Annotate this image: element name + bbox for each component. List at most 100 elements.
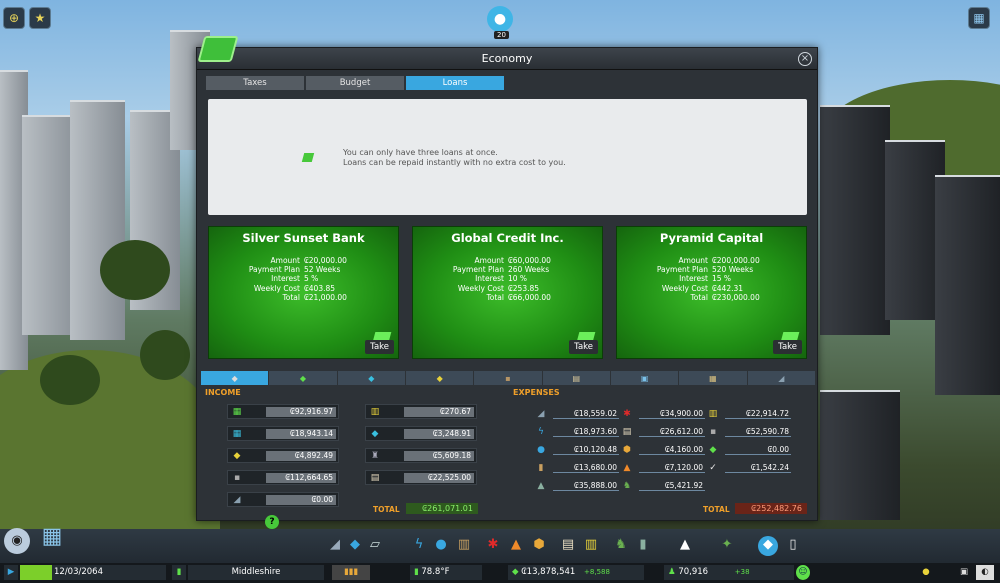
expenses-label: EXPENSES — [513, 388, 560, 397]
money-icon — [301, 153, 315, 162]
education-icon: ▤ — [622, 427, 632, 437]
landscaping-tool-icon[interactable]: ✦ — [718, 536, 736, 554]
city-name[interactable]: Middleshire — [188, 565, 324, 580]
economy-tool-icon[interactable]: ◆ — [758, 536, 778, 556]
residential-icon: ▦ — [232, 407, 242, 417]
income-value: ₢4,892.49 — [266, 451, 336, 461]
industry-category-icon[interactable]: ◆ — [405, 371, 474, 385]
expense-item: ◆ ₢0.00 — [707, 444, 791, 456]
tourism-icon: ◆ — [371, 429, 379, 439]
police-tool-icon[interactable]: ⬢ — [530, 536, 548, 554]
garbage-icon: ▮ — [538, 463, 544, 473]
policies-tool-icon[interactable]: ▯ — [784, 536, 802, 554]
amount-value: ₢60,000.00 — [508, 256, 551, 265]
expense-item: ▲ ₢35,888.00 — [535, 480, 619, 492]
weekly-cost-label: Weekly Cost — [661, 283, 708, 293]
money-text: ₢13,878,541 — [521, 567, 576, 577]
healthcare-tool-icon[interactable]: ✱ — [484, 536, 502, 554]
garbage-category-icon[interactable]: ▦ — [679, 371, 747, 385]
income-label: INCOME — [205, 388, 241, 397]
fire-tool-icon[interactable]: ▲ — [507, 536, 525, 554]
road-category-icon[interactable]: ◢ — [747, 371, 815, 385]
bank-card-pyramid-capital: Pyramid Capital Amount ₢200,000.00 Paymen… — [616, 226, 807, 359]
expense-value: ₢34,900.00 — [639, 409, 705, 419]
play-button[interactable]: ▶ — [4, 565, 18, 580]
roads-tool-icon[interactable]: ▱ — [366, 536, 384, 554]
water-tool-icon[interactable]: ● — [432, 536, 450, 554]
residential-category-icon[interactable]: ◆ — [201, 371, 269, 385]
districts-icon[interactable]: ◆ — [346, 536, 364, 554]
date-progress: 12/03/2064 — [20, 565, 166, 580]
achievement-icon[interactable]: ★ — [29, 7, 51, 29]
transport-tool-icon[interactable]: ▥ — [582, 536, 600, 554]
expense-value: ₢1,542.24 — [725, 463, 791, 473]
fire-icon: ▲ — [623, 463, 631, 473]
take-loan-button[interactable]: Take — [569, 340, 598, 354]
water-icon: ● — [537, 445, 545, 455]
expense-value: ₢18,973.60 — [553, 427, 619, 437]
income-value: ₢0.00 — [266, 495, 336, 505]
income-item: ◆ ₢3,248.91 — [365, 426, 477, 441]
amount-value: ₢200,000.00 — [712, 256, 760, 265]
garbage-tool-icon[interactable]: ▥ — [455, 536, 473, 554]
expense-value: ₢4,160.00 — [639, 445, 705, 455]
tab-loans[interactable]: Loans — [406, 76, 504, 90]
commercial-icon: ▦ — [232, 429, 242, 439]
expense-value: ₢5,421.92 — [639, 481, 705, 491]
electricity-tool-icon[interactable]: ϟ — [410, 536, 428, 554]
info-views-icon[interactable]: ▮▮▮ — [332, 565, 370, 580]
free-camera-icon[interactable]: ◐ — [976, 565, 994, 580]
income-value: ₢3,248.91 — [404, 429, 474, 439]
monument-tool-icon[interactable]: ▮ — [634, 536, 652, 554]
money-icon — [197, 36, 239, 62]
payment-plan-label: Payment Plan — [248, 265, 300, 275]
tab-budget[interactable]: Budget — [306, 76, 404, 90]
expense-value: ₢22,914.72 — [725, 409, 791, 419]
commercial-category-icon[interactable]: ◆ — [269, 371, 337, 385]
bank-name: Silver Sunset Bank — [242, 231, 365, 245]
total-value: ₢66,000.00 — [508, 292, 551, 302]
expense-item: ✓ ₢1,542.24 — [707, 462, 791, 474]
wonders-tool-icon[interactable]: ▲ — [676, 536, 694, 554]
expense-value: ₢35,888.00 — [553, 481, 619, 491]
office-category-icon[interactable]: ▪ — [474, 371, 542, 385]
income-item: ▦ ₢92,916.97 — [227, 404, 339, 419]
amount-label: Amount — [474, 256, 504, 265]
police-icon: ⬢ — [623, 445, 631, 455]
chirper-icon[interactable]: ● — [487, 6, 513, 32]
zoning-icon[interactable]: ◢ — [326, 536, 344, 554]
expense-item: ⬢ ₢4,160.00 — [621, 444, 705, 456]
photo-mode-icon[interactable]: ▣ — [956, 565, 972, 580]
take-loan-button[interactable]: Take — [773, 340, 802, 354]
expense-item: ♞ ₢5,421.92 — [621, 480, 705, 492]
transport-category-icon[interactable]: ▣ — [610, 371, 679, 385]
payment-plan-value: 260 Weeks — [508, 265, 550, 275]
healthcare-icon: ✱ — [623, 409, 631, 419]
tab-taxes[interactable]: Taxes — [206, 76, 304, 90]
education-tool-icon[interactable]: ▤ — [559, 536, 577, 554]
total-label: Total — [486, 292, 504, 302]
total-label: Total — [690, 292, 708, 302]
weekly-cost-value: ₢403.85 — [304, 283, 336, 293]
info-line-1: You can only have three loans at once. — [343, 148, 498, 157]
city-info-icon[interactable]: ▦ — [968, 7, 990, 29]
paradox-logo-icon[interactable]: ◉ — [4, 528, 30, 554]
tourism-category-icon[interactable]: ◆ — [337, 371, 405, 385]
office-icon: ▪ — [233, 473, 241, 483]
loan-icon: ◆ — [709, 445, 717, 455]
tab-bar: Taxes Budget Loans — [206, 76, 504, 90]
income-value: ₢92,916.97 — [266, 407, 336, 417]
help-icon[interactable]: ? — [265, 515, 279, 529]
take-loan-button[interactable]: Take — [365, 340, 394, 354]
close-icon[interactable]: × — [798, 52, 812, 66]
expense-value: ₢52,590.78 — [725, 427, 791, 437]
notification-icon[interactable]: ● — [918, 565, 934, 580]
income-delta: +8,588 — [584, 568, 610, 576]
education-category-icon[interactable]: ▤ — [542, 371, 610, 385]
payment-plan-value: 52 Weeks — [304, 265, 341, 275]
city-info-icon[interactable]: ▮ — [172, 565, 186, 580]
beautification-tool-icon[interactable]: ♞ — [612, 536, 630, 554]
interest-value: 10 % — [508, 274, 528, 284]
unlock-icon[interactable]: ⊕ — [3, 7, 25, 29]
money-icon: ◆ — [512, 567, 519, 577]
